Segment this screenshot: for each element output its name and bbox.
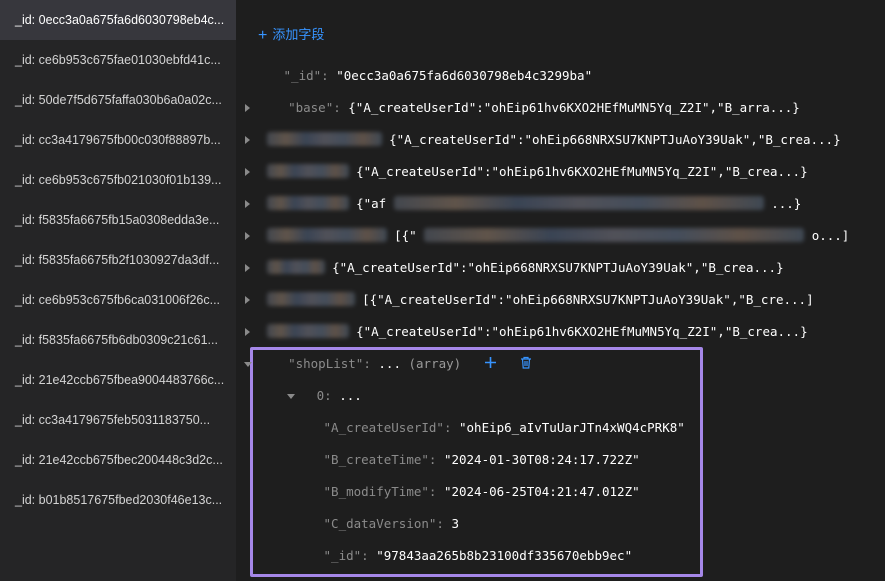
- field-value[interactable]: "0ecc3a0a675fa6d6030798eb4c3299ba": [336, 68, 592, 83]
- document-editor: + 添加字段 "_id": "0ecc3a0a675fa6d6030798eb4c…: [236, 0, 885, 581]
- field-key: "_id":: [323, 548, 369, 563]
- field-value[interactable]: {"A_createUserId":"ohEip61hv6KXO2HEfMuMN…: [356, 164, 808, 179]
- add-field-button[interactable]: + 添加字段: [258, 24, 324, 45]
- field-value[interactable]: {"af: [356, 196, 386, 211]
- redacted-key: [266, 228, 387, 242]
- field-value[interactable]: "ohEip6_aIvTuUarJTn4xWQ4cPRK8": [459, 420, 685, 435]
- field-key: "shopList":: [288, 356, 371, 371]
- field-row-base: "base": {"A_createUserId":"ohEip61hv6KXO…: [236, 92, 800, 124]
- expand-toggle[interactable]: [236, 156, 259, 188]
- chevron-right-icon: [245, 104, 250, 112]
- expand-toggle[interactable]: [236, 284, 259, 316]
- field-row-redacted: [{"A_createUserId":"ohEip668NRXSU7KNPTJu…: [236, 284, 814, 316]
- chevron-down-icon: [243, 362, 252, 367]
- field-row-redacted: {"A_createUserId":"ohEip61hv6KXO2HEfMuMN…: [236, 156, 808, 188]
- field-value[interactable]: "2024-06-25T04:21:47.012Z": [444, 484, 640, 499]
- expand-toggle[interactable]: [236, 124, 259, 156]
- expand-toggle[interactable]: [236, 92, 259, 124]
- field-row-a-createuserid: "A_createUserId": "ohEip6_aIvTuUarJTn4xW…: [236, 412, 685, 444]
- chevron-right-icon: [245, 328, 250, 336]
- field-ellipsis: ...: [339, 388, 362, 403]
- redacted-key: [266, 260, 325, 274]
- field-key: "base":: [288, 100, 341, 115]
- chevron-right-icon: [245, 264, 250, 272]
- field-key: "_id":: [283, 68, 329, 83]
- plus-icon: +: [258, 27, 268, 44]
- field-value-tail: ...}: [771, 196, 802, 211]
- plus-icon[interactable]: [484, 349, 497, 381]
- field-row-b-createtime: "B_createTime": "2024-01-30T08:24:17.722…: [236, 444, 640, 476]
- collapse-toggle[interactable]: [236, 348, 259, 380]
- field-value[interactable]: {"A_createUserId":"ohEip668NRXSU7KNPTJuA…: [332, 260, 784, 275]
- sidebar-item-doc-4[interactable]: _id: ce6b953c675fb021030f01b139...: [0, 160, 236, 200]
- sidebar-item-doc-5[interactable]: _id: f5835fa6675fb15a0308edda3e...: [0, 200, 236, 240]
- sidebar-item-doc-10[interactable]: _id: cc3a4179675feb5031183750...: [0, 400, 236, 440]
- field-row-redacted: {"af ...}: [236, 188, 801, 220]
- sidebar-item-doc-2[interactable]: _id: 50de7f5d675faffa030b6a0a02c...: [0, 80, 236, 120]
- sidebar-item-doc-6[interactable]: _id: f5835fa6675fb2f1030927da3df...: [0, 240, 236, 280]
- field-key: "A_createUserId":: [323, 420, 452, 435]
- array-item-0: 0: ...: [236, 380, 362, 412]
- chevron-right-icon: [245, 136, 250, 144]
- trash-icon[interactable]: [520, 349, 532, 381]
- field-key: "C_dataVersion":: [323, 516, 444, 531]
- chevron-right-icon: [245, 200, 250, 208]
- field-value[interactable]: "2024-01-30T08:24:17.722Z": [444, 452, 640, 467]
- field-row-c-dataversion: "C_dataVersion": 3: [236, 508, 459, 540]
- chevron-right-icon: [245, 296, 250, 304]
- field-row-redacted: [{" o...]: [236, 220, 849, 252]
- sidebar-item-doc-11[interactable]: _id: 21e42ccb675fbec200448c3d2c...: [0, 440, 236, 480]
- expand-toggle[interactable]: [236, 220, 259, 252]
- expand-toggle[interactable]: [236, 252, 259, 284]
- sidebar-item-doc-3[interactable]: _id: cc3a4179675fb00c030f88897b...: [0, 120, 236, 160]
- field-row-redacted: {"A_createUserId":"ohEip668NRXSU7KNPTJuA…: [236, 124, 841, 156]
- field-value[interactable]: {"A_createUserId":"ohEip61hv6KXO2HEfMuMN…: [356, 324, 808, 339]
- redacted-key: [266, 324, 349, 338]
- field-value[interactable]: [{"A_createUserId":"ohEip668NRXSU7KNPTJu…: [362, 292, 814, 307]
- sidebar-item-doc-0[interactable]: _id: 0ecc3a0a675fa6d6030798eb4c...: [0, 0, 236, 40]
- field-row-nested-id: "_id": "97843aa265b8b23100df335670ebb9ec…: [236, 540, 633, 572]
- field-key: 0:: [316, 388, 332, 403]
- chevron-right-icon: [245, 232, 250, 240]
- field-value[interactable]: {"A_createUserId":"ohEip668NRXSU7KNPTJuA…: [389, 132, 841, 147]
- sidebar-item-doc-8[interactable]: _id: f5835fa6675fb6db0309c21c61...: [0, 320, 236, 360]
- field-key: "B_modifyTime":: [323, 484, 437, 499]
- document-list-sidebar: _id: 0ecc3a0a675fa6d6030798eb4c... _id: …: [0, 0, 237, 581]
- field-ellipsis: ...: [378, 356, 401, 371]
- field-key: "B_createTime":: [323, 452, 437, 467]
- redacted-key: [266, 164, 349, 178]
- sidebar-item-doc-12[interactable]: _id: b01b8517675fbed2030f46e13c...: [0, 480, 236, 520]
- field-value[interactable]: "97843aa265b8b23100df335670ebb9ec": [376, 548, 632, 563]
- collapse-toggle[interactable]: [284, 380, 298, 412]
- field-value[interactable]: {"A_createUserId":"ohEip61hv6KXO2HEfMuMN…: [348, 100, 800, 115]
- field-value[interactable]: 3: [451, 516, 459, 531]
- chevron-down-icon: [286, 394, 295, 399]
- field-row-redacted: {"A_createUserId":"ohEip61hv6KXO2HEfMuMN…: [236, 316, 808, 348]
- add-field-label: 添加字段: [272, 27, 325, 42]
- redacted-key: [266, 196, 349, 210]
- field-row-shoplist: "shopList": ... (array): [236, 348, 532, 380]
- field-value[interactable]: [{": [394, 228, 417, 243]
- redacted-key: [266, 292, 355, 306]
- sidebar-item-doc-7[interactable]: _id: ce6b953c675fb6ca031006f26c...: [0, 280, 236, 320]
- expand-toggle[interactable]: [236, 188, 259, 220]
- redacted-key: [266, 132, 382, 146]
- expand-toggle[interactable]: [236, 316, 259, 348]
- field-value-tail: o...]: [811, 228, 850, 243]
- field-row-b-modifytime: "B_modifyTime": "2024-06-25T04:21:47.012…: [236, 476, 640, 508]
- sidebar-item-doc-9[interactable]: _id: 21e42ccb675fbea9004483766c...: [0, 360, 236, 400]
- field-row-redacted: {"A_createUserId":"ohEip668NRXSU7KNPTJuA…: [236, 252, 784, 284]
- sidebar-item-doc-1[interactable]: _id: ce6b953c675fae01030ebfd41c...: [0, 40, 236, 80]
- redacted-value: [424, 228, 805, 242]
- chevron-right-icon: [245, 168, 250, 176]
- redacted-value: [393, 196, 764, 210]
- field-row-id: "_id": "0ecc3a0a675fa6d6030798eb4c3299ba…: [236, 60, 593, 92]
- field-type: (array): [408, 356, 462, 371]
